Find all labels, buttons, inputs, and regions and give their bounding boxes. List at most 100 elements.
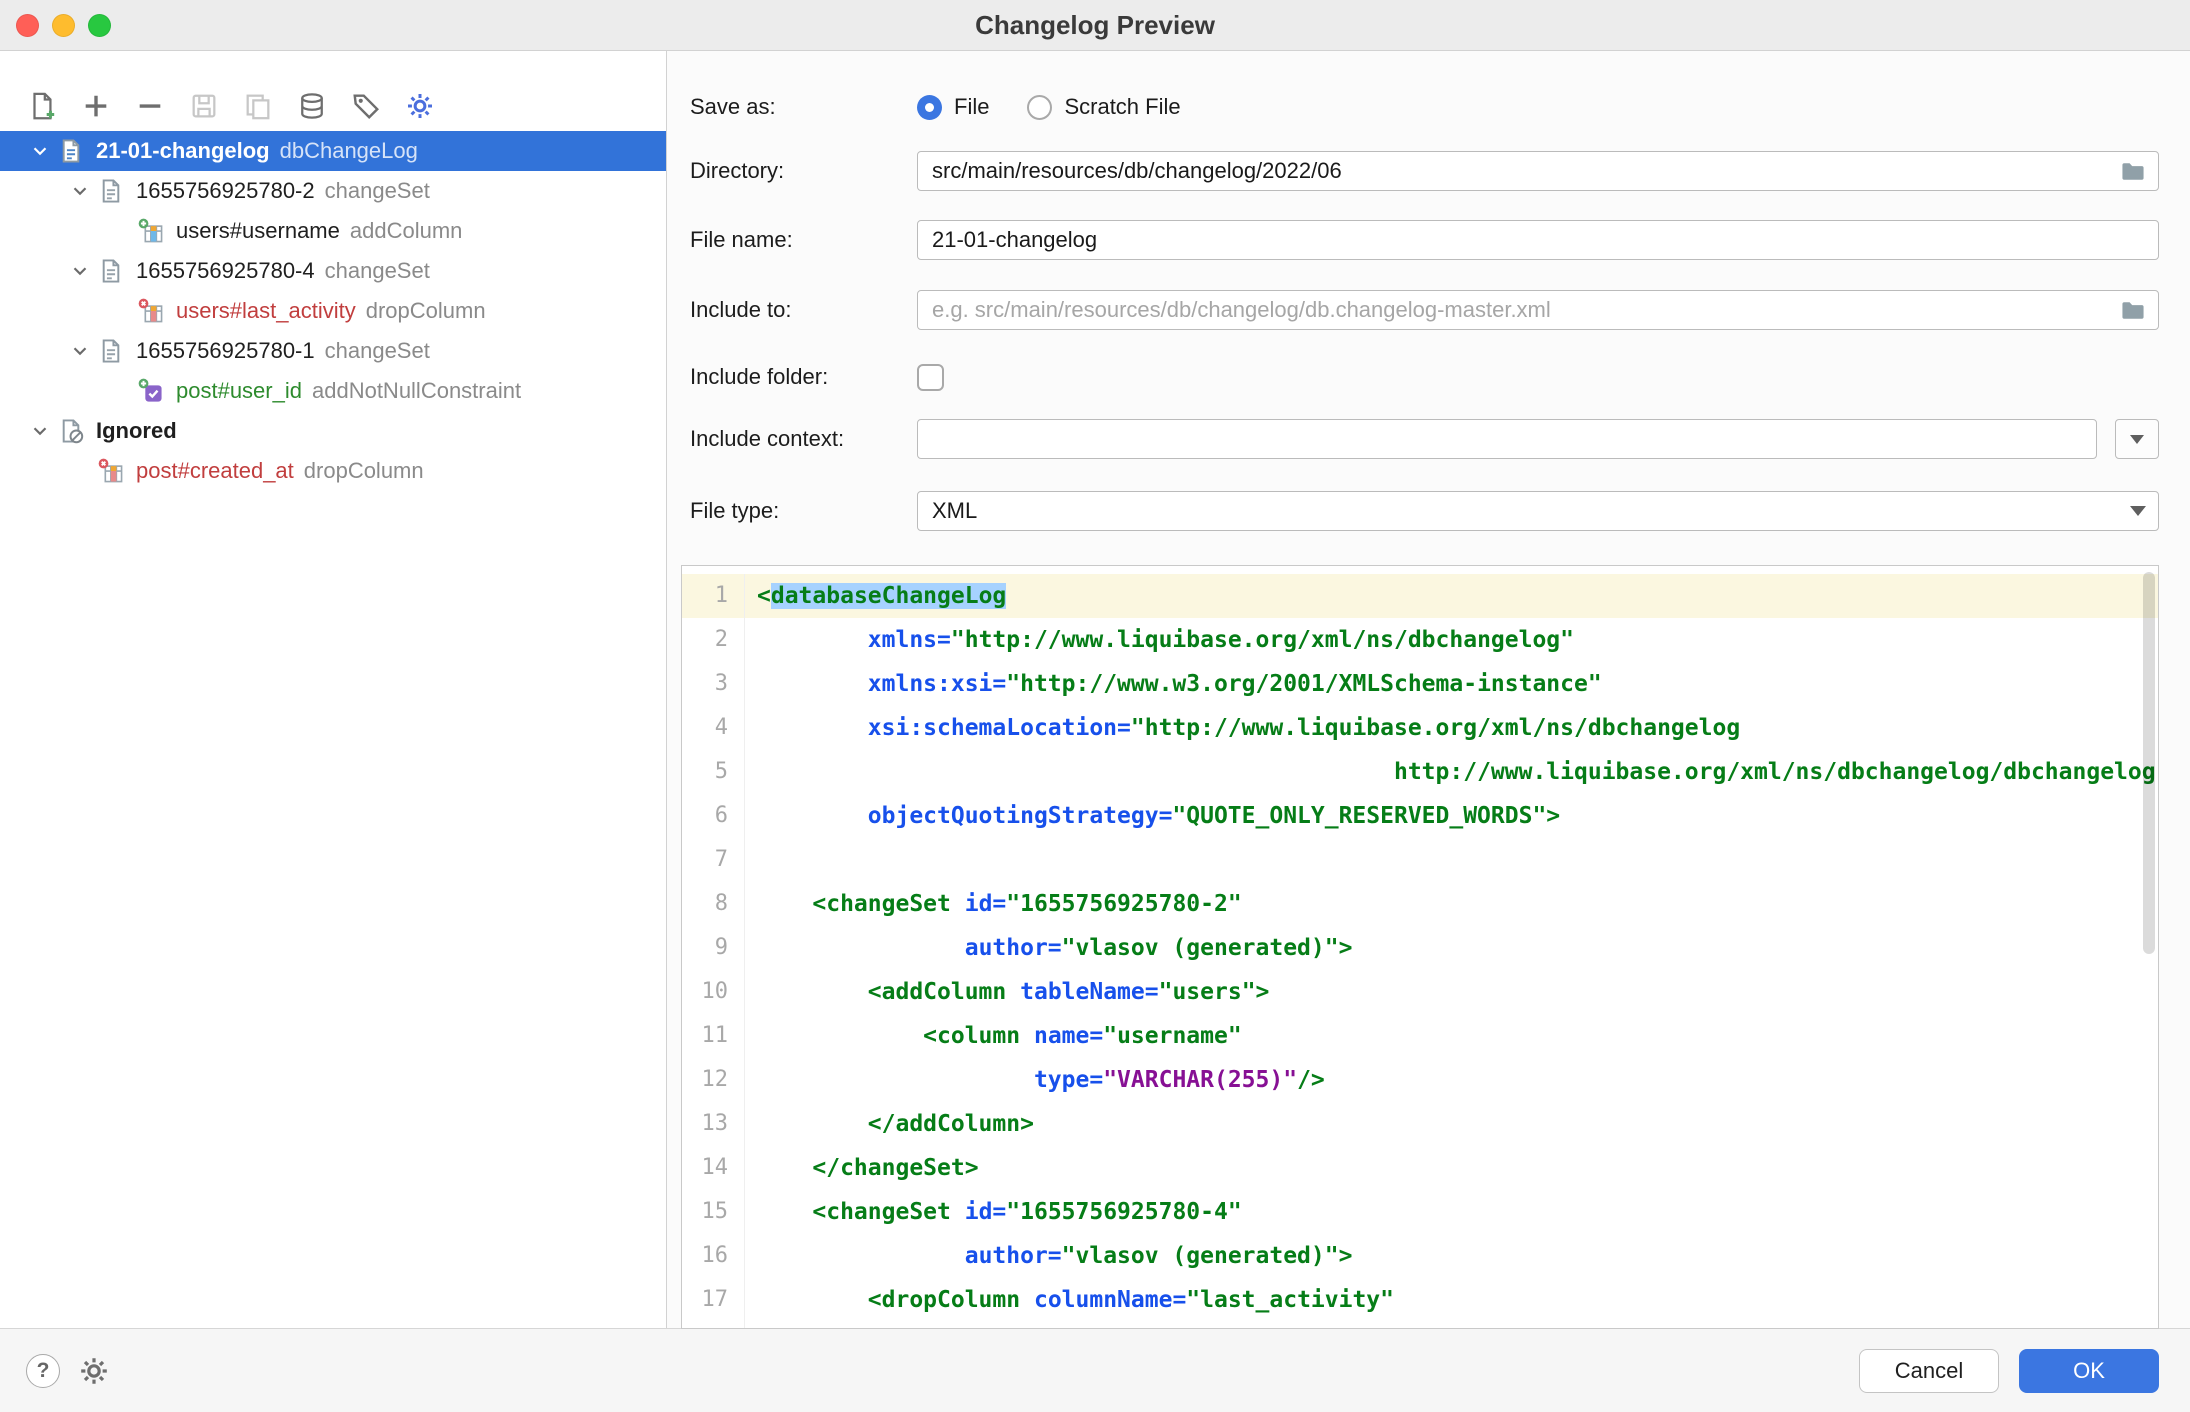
save-icon: [187, 89, 221, 123]
tree-row[interactable]: users#usernameaddColumn: [0, 211, 666, 251]
tree-row[interactable]: 1655756925780-2changeSet: [0, 171, 666, 211]
file-name-value: 21-01-changelog: [932, 227, 1097, 253]
chevron-down-icon[interactable]: [22, 140, 58, 162]
tree-item-name: 1655756925780-4: [136, 258, 315, 284]
tree-item-type: changeSet: [325, 338, 430, 364]
line-number: 16: [682, 1234, 744, 1278]
code-line: 15 <changeSet id="1655756925780-4": [682, 1190, 2158, 1234]
changelog-options-panel: Save as: File Scratch File Directory: sr…: [667, 51, 2190, 1328]
file-name-label: File name:: [690, 227, 917, 253]
tree-item-name: 21-01-changelog: [96, 138, 270, 164]
folder-icon[interactable]: [2120, 297, 2146, 323]
new-changelog-icon[interactable]: [25, 89, 59, 123]
radio-scratch-file-label: Scratch File: [1064, 94, 1180, 120]
include-folder-checkbox[interactable]: [917, 364, 944, 391]
chevron-down-icon: [2130, 435, 2144, 444]
code-line: 2 xmlns="http://www.liquibase.org/xml/ns…: [682, 618, 2158, 662]
tree-row[interactable]: post#user_id addNotNullConstraint: [0, 371, 666, 411]
tree-toolbar: [0, 51, 666, 131]
line-number: 6: [682, 794, 744, 838]
line-number: 10: [682, 970, 744, 1014]
help-button[interactable]: ?: [26, 1354, 60, 1388]
line-number: 7: [682, 838, 744, 882]
chevron-down-icon[interactable]: [62, 340, 98, 362]
code-line: 14 </changeSet>: [682, 1146, 2158, 1190]
tree-row[interactable]: Ignored: [0, 411, 666, 451]
include-to-input[interactable]: e.g. src/main/resources/db/changelog/db.…: [917, 290, 2159, 330]
radio-file[interactable]: [917, 95, 942, 120]
folder-icon[interactable]: [2120, 158, 2146, 184]
radio-scratch-file[interactable]: [1027, 95, 1052, 120]
line-number: 1: [682, 574, 744, 618]
tree-row[interactable]: 1655756925780-1changeSet: [0, 331, 666, 371]
zoom-window-button[interactable]: [88, 14, 111, 37]
changeset-icon: [98, 178, 128, 204]
settings-icon[interactable]: [403, 89, 437, 123]
minimize-window-button[interactable]: [52, 14, 75, 37]
window-controls: [16, 14, 111, 37]
code-editor[interactable]: 1<databaseChangeLog2 xmlns="http://www.l…: [681, 565, 2159, 1329]
code-line: 9 author="vlasov (generated)">: [682, 926, 2158, 970]
chevron-down-icon[interactable]: [22, 420, 58, 442]
remove-changeset-icon[interactable]: [133, 89, 167, 123]
line-number: 13: [682, 1102, 744, 1146]
chevron-down-icon[interactable]: [62, 180, 98, 202]
tree-row[interactable]: users#last_activitydropColumn: [0, 291, 666, 331]
directory-input[interactable]: src/main/resources/db/changelog/2022/06: [917, 151, 2159, 191]
ok-button[interactable]: OK: [2019, 1349, 2159, 1393]
radio-file-label: File: [954, 94, 989, 120]
code-line: 5 http://www.liquibase.org/xml/ns/dbchan…: [682, 750, 2158, 794]
code-line: 8 <changeSet id="1655756925780-2": [682, 882, 2158, 926]
include-to-label: Include to:: [690, 297, 917, 323]
chevron-down-icon[interactable]: [62, 260, 98, 282]
code-line: 13 </addColumn>: [682, 1102, 2158, 1146]
include-context-label: Include context:: [690, 426, 917, 452]
cancel-button[interactable]: Cancel: [1859, 1349, 1999, 1393]
line-number: 3: [682, 662, 744, 706]
line-number: 8: [682, 882, 744, 926]
code-line: 16 author="vlasov (generated)">: [682, 1234, 2158, 1278]
code-line: 6 objectQuotingStrategy="QUOTE_ONLY_RESE…: [682, 794, 2158, 838]
line-number: 9: [682, 926, 744, 970]
code-line: 17 <dropColumn columnName="last_activity…: [682, 1278, 2158, 1322]
include-context-row: Include context:: [690, 419, 2159, 459]
code-line: 11 <column name="username": [682, 1014, 2158, 1058]
file-type-select[interactable]: XML: [917, 491, 2159, 531]
tree-row[interactable]: 1655756925780-4changeSet: [0, 251, 666, 291]
line-number: 2: [682, 618, 744, 662]
tree-row[interactable]: post#created_at dropColumn: [0, 451, 666, 491]
code-line: 10 <addColumn tableName="users">: [682, 970, 2158, 1014]
file-name-input[interactable]: 21-01-changelog: [917, 220, 2159, 260]
add-changeset-icon[interactable]: [79, 89, 113, 123]
chevron-down-icon: [2130, 506, 2146, 516]
tree-item-name: post#user_id: [176, 378, 302, 404]
file-type-row: File type: XML: [690, 491, 2159, 531]
settings-gear-button[interactable]: [78, 1355, 110, 1387]
drop-column-icon: [98, 458, 128, 484]
close-window-button[interactable]: [16, 14, 39, 37]
tree-item-type: dropColumn: [366, 298, 486, 324]
include-folder-label: Include folder:: [690, 364, 917, 390]
add-constraint-icon: [138, 378, 168, 404]
database-icon[interactable]: [295, 89, 329, 123]
include-folder-row: Include folder:: [690, 357, 2159, 397]
code-line: 1<databaseChangeLog: [682, 574, 2158, 618]
editor-vertical-scrollbar[interactable]: [2143, 572, 2155, 954]
tree-item-name: post#created_at: [136, 458, 294, 484]
code-line: 7: [682, 838, 2158, 882]
tree-item-type: addNotNullConstraint: [312, 378, 521, 404]
include-context-dropdown-button[interactable]: [2115, 419, 2159, 459]
line-number: 18: [682, 1322, 744, 1329]
line-number: 5: [682, 750, 744, 794]
save-as-row: Save as: File Scratch File: [690, 87, 2159, 127]
save-as-label: Save as:: [690, 94, 917, 120]
tree-item-type: dropColumn: [304, 458, 424, 484]
include-context-input[interactable]: [917, 419, 2097, 459]
tag-icon[interactable]: [349, 89, 383, 123]
file-type-value: XML: [932, 498, 977, 524]
code-line: 18 tableName="users"/>: [682, 1322, 2158, 1329]
titlebar: Changelog Preview: [0, 0, 2190, 51]
window-title: Changelog Preview: [975, 10, 1215, 41]
tree-row[interactable]: 21-01-changelogdbChangeLog: [0, 131, 666, 171]
line-number: 12: [682, 1058, 744, 1102]
